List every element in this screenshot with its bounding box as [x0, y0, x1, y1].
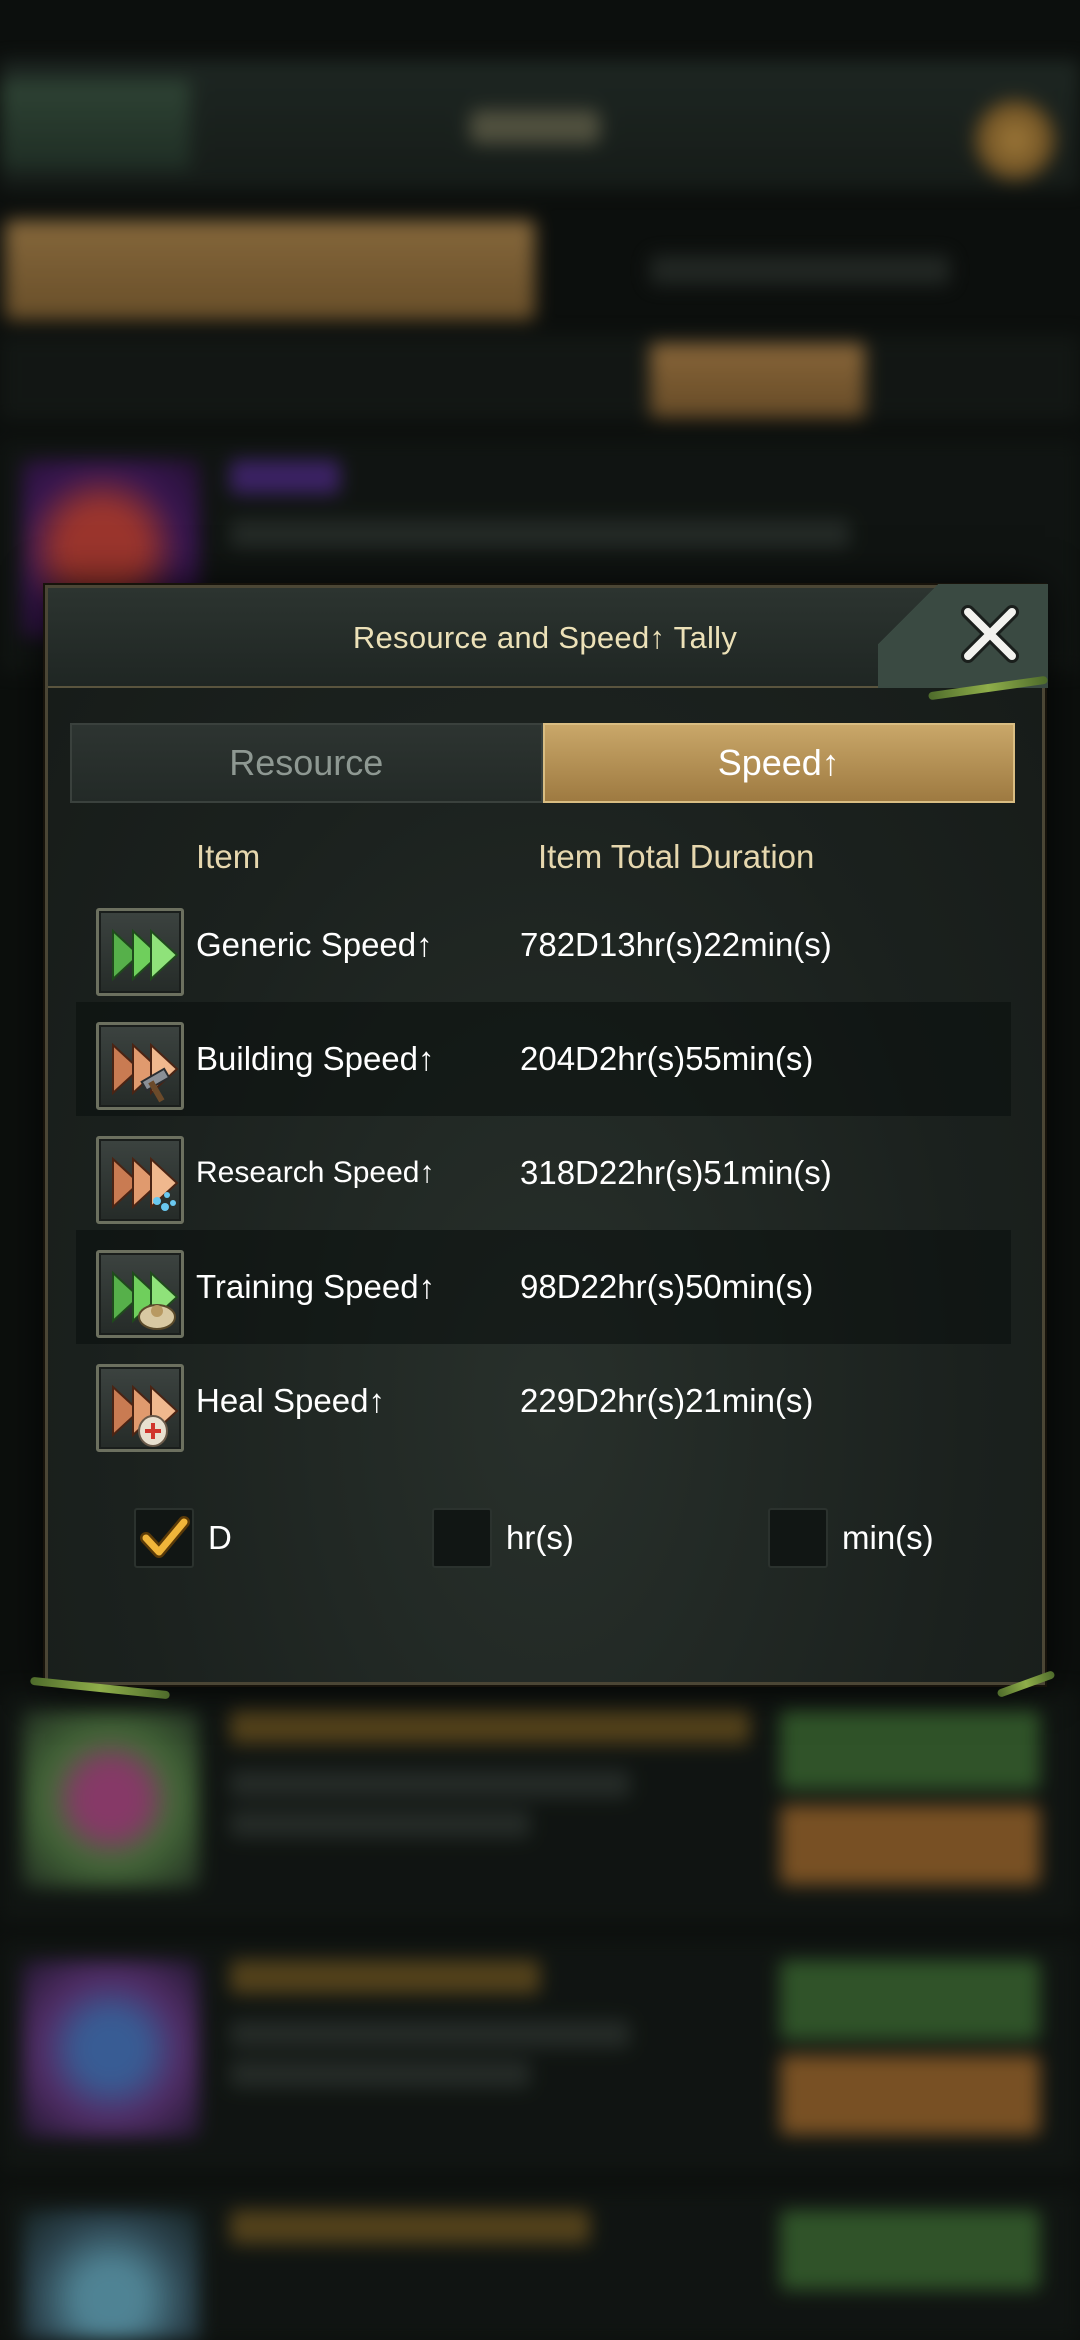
unit-minutes-label: min(s) [842, 1519, 934, 1556]
checkbox-minutes[interactable] [768, 1508, 828, 1568]
item-duration: 204D2hr(s)55min(s) [520, 1040, 814, 1077]
training-speedup-icon [96, 1250, 184, 1338]
tab-speed[interactable]: Speed↑ [542, 723, 1015, 803]
checkmark-icon [140, 1516, 190, 1558]
item-name: Heal Speed↑ [196, 1382, 385, 1419]
background-subtabs [0, 335, 1080, 420]
unit-hours-checkbox[interactable]: hr(s) [432, 1508, 574, 1568]
unit-hours-label: hr(s) [506, 1519, 574, 1556]
tab-resource[interactable]: Resource [70, 723, 543, 803]
item-duration: 98D22hr(s)50min(s) [520, 1268, 814, 1305]
list-item: Heal Speed↑ 229D2hr(s)21min(s) [76, 1344, 1011, 1458]
checkbox-hours[interactable] [432, 1508, 492, 1568]
close-button-frame [878, 584, 1048, 701]
item-name: Generic Speed↑ [196, 926, 433, 963]
unit-minutes-checkbox[interactable]: min(s) [768, 1508, 934, 1568]
background-active-subtab [650, 343, 865, 418]
background-active-tab [5, 220, 535, 320]
building-speedup-icon [96, 1022, 184, 1110]
tally-tabs: Resource Speed↑ [70, 723, 1015, 803]
list-item: Generic Speed↑ 782D13hr(s)22min(s) [76, 888, 1011, 1002]
list-item: Building Speed↑ 204D2hr(s)55min(s) [76, 1002, 1011, 1116]
column-header-item: Item [196, 838, 261, 875]
background-inactive-tab [650, 255, 950, 285]
item-duration: 229D2hr(s)21min(s) [520, 1382, 814, 1419]
background-top-bar [0, 60, 1080, 190]
background-avatar [975, 100, 1055, 180]
tally-dialog: Resource and Speed↑ Tally Resource Speed… [29, 584, 1056, 1700]
background-list-item [0, 1940, 1080, 2170]
background-list-item [0, 1690, 1080, 1920]
item-name: Training Speed↑ [196, 1268, 436, 1305]
close-button[interactable] [954, 598, 1026, 670]
column-header-duration: Item Total Duration [538, 838, 815, 875]
generic-speedup-icon [96, 908, 184, 996]
unit-days-label: D [208, 1519, 232, 1556]
duration-unit-options: D hr(s) min(s) [48, 1508, 1042, 1578]
background-tabs [0, 220, 1080, 320]
speedup-list: Generic Speed↑ 782D13hr(s)22min(s) Build… [76, 888, 1011, 1458]
background-back-tab [0, 80, 190, 170]
vine-decoration [928, 675, 1048, 701]
research-speedup-icon [96, 1136, 184, 1224]
unit-days-checkbox[interactable]: D [134, 1508, 232, 1568]
item-duration: 782D13hr(s)22min(s) [520, 926, 832, 963]
list-item: Research Speed↑ 318D22hr(s)51min(s) [76, 1116, 1011, 1230]
checkbox-days[interactable] [134, 1508, 194, 1568]
item-duration: 318D22hr(s)51min(s) [520, 1154, 832, 1191]
background-title [470, 110, 600, 144]
list-item: Training Speed↑ 98D22hr(s)50min(s) [76, 1230, 1011, 1344]
dialog-header: Resource and Speed↑ Tally [48, 584, 1048, 701]
close-icon [961, 605, 1019, 663]
item-name: Research Speed↑ [196, 1156, 435, 1189]
heal-speedup-icon [96, 1364, 184, 1452]
background-list-item [0, 2190, 1080, 2340]
item-name: Building Speed↑ [196, 1040, 435, 1077]
